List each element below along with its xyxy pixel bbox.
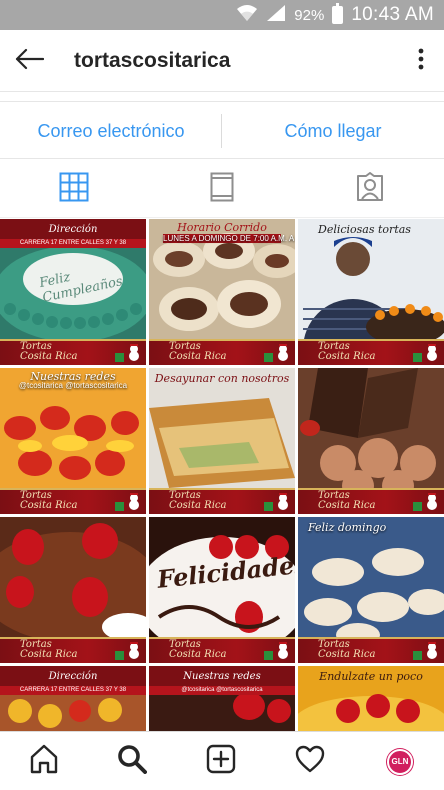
contact-actions: Correo electrónico Cómo llegar [0, 101, 444, 159]
battery-icon [332, 3, 344, 24]
profile-avatar: GLN [387, 748, 413, 775]
post-thumbnail[interactable]: Nuestras redes @tcositarica @tortascosit… [149, 666, 295, 731]
email-link[interactable]: Correo electrónico [0, 102, 222, 160]
nav-profile[interactable]: GLN [356, 732, 444, 790]
post-thumbnail[interactable]: Dirección CARRERA 17 ENTRE CALLES 37 Y 3… [0, 666, 146, 731]
profile-tabs [0, 160, 444, 218]
post-banner-sub: @tcositarica @tortascositarica [149, 686, 295, 695]
signal-icon [266, 4, 286, 27]
tab-feed[interactable] [148, 160, 296, 218]
posts-grid: Dirección CARRERA 17 ENTRE CALLES 37 Y 3… [0, 219, 444, 731]
gift-icon [264, 502, 273, 511]
post-footer: Tortas Cosita Rica [0, 339, 146, 365]
gift-icon [413, 502, 422, 511]
gift-icon [413, 651, 422, 660]
post-footer: Tortas Cosita Rica [149, 637, 295, 663]
back-button[interactable] [8, 40, 50, 82]
nav-add-post[interactable] [177, 732, 265, 790]
post-footer: Tortas Cosita Rica [149, 339, 295, 365]
post-thumbnail[interactable]: Dirección CARRERA 17 ENTRE CALLES 37 Y 3… [0, 219, 146, 365]
post-thumbnail[interactable]: Feliz domingo Tortas Cosita Rica [298, 517, 444, 663]
gift-icon [115, 651, 124, 660]
post-thumbnail[interactable]: Horario Corrido LUNES A DOMINGO DE 7:00 … [149, 219, 295, 365]
battery-percent: 92% [294, 6, 325, 24]
post-thumbnail[interactable]: Tortas Cosita Rica [298, 368, 444, 514]
post-banner: Nuestras redes [149, 666, 295, 686]
gift-icon [115, 353, 124, 362]
snowman-icon [278, 344, 288, 361]
post-footer: Tortas Cosita Rica [0, 488, 146, 514]
post-banner: Horario Corrido [177, 221, 267, 234]
feed-icon [210, 172, 234, 207]
gift-icon [413, 353, 422, 362]
nav-search[interactable] [88, 732, 176, 790]
post-thumbnail[interactable]: Tortas Cosita Rica [0, 517, 146, 663]
nav-home[interactable] [0, 732, 88, 790]
directions-link[interactable]: Cómo llegar [222, 102, 444, 160]
snowman-icon [129, 493, 139, 510]
nav-activity[interactable] [266, 732, 354, 790]
snowman-icon [278, 493, 288, 510]
snowman-icon [427, 642, 437, 659]
grid-icon [59, 172, 89, 207]
post-footer: Tortas Cosita Rica [298, 637, 444, 663]
snowman-icon [129, 344, 139, 361]
post-banner: Dirección [0, 219, 146, 239]
wifi-icon [236, 4, 258, 27]
bottom-navigation: GLN [0, 731, 444, 790]
gift-icon [264, 353, 273, 362]
post-banner: Deliciosas tortas [318, 223, 411, 236]
post-banner-sub: CARRERA 17 ENTRE CALLES 37 Y 38 [0, 686, 146, 695]
tagged-person-icon [355, 171, 385, 207]
search-icon [117, 744, 147, 779]
snowman-icon [427, 344, 437, 361]
post-banner-sub: LUNES A DOMINGO DE 7:00 A.M. A 8:00 P.M. [163, 234, 295, 243]
activity-heart-icon [295, 745, 325, 778]
post-thumbnail[interactable]: Felicidades Tortas Cosita Rica [149, 517, 295, 663]
tab-grid[interactable] [0, 160, 148, 218]
clock: 10:43 AM [351, 4, 434, 25]
gift-icon [264, 651, 273, 660]
post-footer: Tortas Cosita Rica [0, 637, 146, 663]
snowman-icon [278, 642, 288, 659]
post-banner: Desayunar con nosotros [154, 372, 290, 385]
post-thumbnail[interactable]: Desayunar con nosotros Tortas Cosita Rica [149, 368, 295, 514]
more-options-button[interactable] [406, 40, 436, 82]
post-footer: Tortas Cosita Rica [298, 339, 444, 365]
home-icon [29, 744, 59, 779]
post-footer: Tortas Cosita Rica [298, 488, 444, 514]
tab-tagged[interactable] [296, 160, 444, 218]
profile-header: tortascositarica [0, 30, 444, 92]
post-banner: Dirección [0, 666, 146, 686]
profile-username: tortascositarica [74, 49, 231, 72]
post-banner-sub: CARRERA 17 ENTRE CALLES 37 Y 38 [0, 239, 146, 248]
snowman-icon [129, 642, 139, 659]
post-thumbnail[interactable]: Endulzate un poco [298, 666, 444, 731]
arrow-left-icon [14, 48, 45, 75]
post-footer: Tortas Cosita Rica [149, 488, 295, 514]
post-thumbnail[interactable]: Nuestras redes @tcositarica @tortascosit… [0, 368, 146, 514]
post-banner: Feliz domingo [308, 521, 387, 534]
gift-icon [115, 502, 124, 511]
post-banner: Endulzate un poco [319, 670, 423, 683]
status-bar: 92% 10:43 AM [0, 0, 444, 30]
more-vertical-icon [418, 48, 424, 75]
snowman-icon [427, 493, 437, 510]
post-banner-sub: @tcositarica @tortascositarica [18, 381, 128, 390]
post-thumbnail[interactable]: Deliciosas tortas Tortas Cosita Rica [298, 219, 444, 365]
add-post-icon [206, 744, 236, 779]
